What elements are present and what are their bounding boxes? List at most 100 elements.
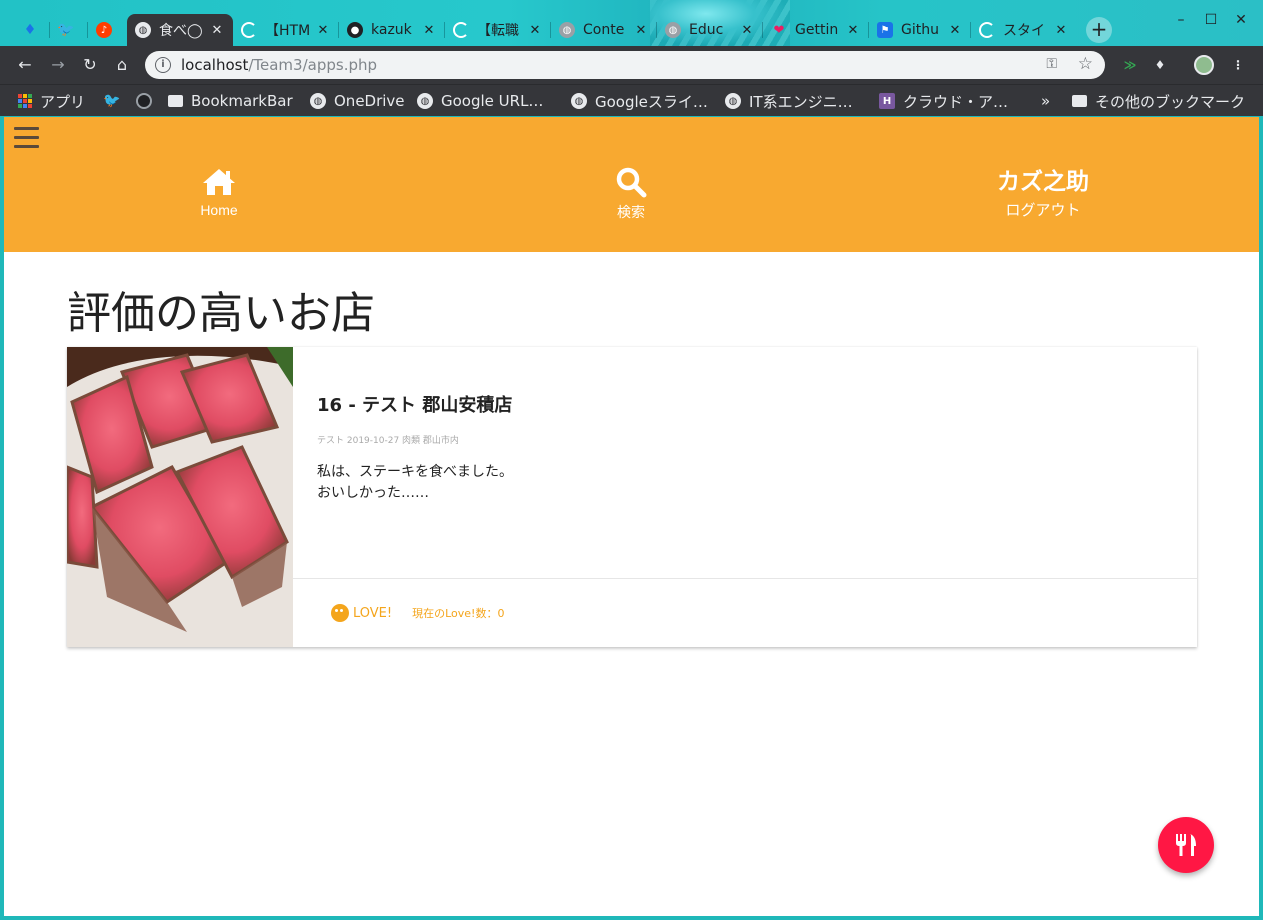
card-title[interactable]: 16 - テスト 郡山安積店 [317, 391, 1173, 417]
tab-title: Gettin [795, 22, 839, 38]
star-icon[interactable]: ☆ [1078, 54, 1093, 74]
nav-search-label: 検索 [617, 204, 645, 220]
tab-close-icon[interactable]: ✕ [421, 23, 437, 38]
tab-pinned-1[interactable]: ♦ [14, 14, 50, 46]
tab-title: 【HTM [265, 23, 311, 39]
folder-icon [1072, 95, 1087, 107]
tab-7[interactable]: ◍ Conte ✕ [551, 14, 657, 46]
bookmarks-bar: アプリ 🐦 BookmarkBar ◍ OneDrive ◍ Google UR… [0, 84, 1263, 116]
nav-home[interactable]: Home [149, 165, 289, 218]
tab-close-icon[interactable]: ✕ [633, 23, 649, 38]
bookmarks-overflow-button[interactable]: » [1041, 90, 1050, 112]
nav-user[interactable]: カズ之助 ログアウト [973, 165, 1113, 220]
tab-pinned-2[interactable]: 🐦 [50, 14, 88, 46]
music-note-icon: ♪ [96, 22, 112, 38]
tab-title: kazuk [371, 22, 412, 38]
reload-icon[interactable]: ↻ [79, 54, 101, 76]
diamond-extension-icon[interactable]: ♦ [1150, 55, 1170, 75]
loading-spinner-icon [241, 22, 257, 38]
store-card: 16 - テスト 郡山安積店 テスト 2019-10-27 肉類 郡山市内 私は… [67, 347, 1197, 647]
close-window-button[interactable]: ✕ [1226, 12, 1256, 28]
back-arrow-icon[interactable]: ← [14, 54, 36, 76]
extension-arrow-icon[interactable]: ≫ [1120, 55, 1140, 75]
heroku-icon: H [879, 93, 895, 109]
address-bar[interactable]: i localhost/Team3/apps.php ⚿ ☆ [145, 51, 1105, 79]
globe-icon: ◍ [725, 93, 741, 109]
card-text-line: おいしかった…… [317, 485, 429, 501]
tab-close-icon[interactable]: ✕ [209, 23, 225, 38]
diamond-icon: ♦ [23, 22, 37, 38]
flag-icon: ⚑ [877, 22, 893, 38]
tab-5[interactable]: ● kazuk ✕ [339, 14, 445, 46]
app-navbar: Home 検索 カズ之助 ログアウト [4, 117, 1259, 252]
card-text: 私は、ステーキを食べました。 おいしかった…… [317, 462, 1173, 504]
tab-close-icon[interactable]: ✕ [315, 23, 331, 38]
forward-arrow-icon[interactable]: → [47, 54, 69, 76]
tab-6[interactable]: 【転職 ✕ [445, 14, 551, 46]
tab-10[interactable]: ⚑ Githu ✕ [869, 14, 971, 46]
tab-title: 【転職 [477, 23, 519, 39]
tab-close-icon[interactable]: ✕ [527, 23, 543, 38]
browser-tab-strip: ♦ 🐦 ♪ ◍ 食べ◯ ✕ 【HTM ✕ ● kazuk ✕ 【転職 ✕ ◍ C… [0, 0, 1263, 46]
nav-home-label: Home [200, 202, 238, 218]
tab-pinned-3[interactable]: ♪ [88, 14, 126, 46]
minimize-button[interactable]: – [1166, 12, 1196, 28]
hamburger-menu-icon[interactable] [14, 127, 40, 149]
bookmark-google-slides[interactable]: ◍ Googleスライ… [571, 90, 708, 112]
url-path: /Team3/apps.php [248, 56, 378, 74]
bookmark-apps[interactable]: アプリ [18, 90, 85, 112]
twitter-bird-icon: 🐦 [103, 93, 121, 109]
search-icon [561, 165, 701, 199]
bookmark-google-url[interactable]: ◍ Google URL… [417, 90, 543, 112]
love-label: LOVE! [353, 605, 393, 621]
fab-add-button[interactable] [1158, 817, 1214, 873]
menu-dots-icon[interactable]: ⋮ [1228, 55, 1248, 75]
globe-icon: ◍ [417, 93, 433, 109]
url-host: localhost [181, 56, 249, 74]
github-icon: ● [347, 22, 363, 38]
home-icon[interactable]: ⌂ [111, 54, 133, 76]
bookmark-github[interactable] [136, 90, 160, 112]
tab-9[interactable]: ❤ Gettin ✕ [763, 14, 869, 46]
nav-search[interactable]: 検索 [561, 165, 701, 222]
tab-close-icon[interactable]: ✕ [947, 23, 963, 38]
fork-knife-icon [1176, 834, 1196, 856]
globe-icon: ◍ [571, 93, 587, 109]
user-name: カズ之助 [997, 169, 1089, 195]
browser-toolbar: ← → ↻ ⌂ i localhost/Team3/apps.php ⚿ ☆ ≫… [0, 46, 1263, 84]
globe-icon: ◍ [665, 22, 681, 38]
logout-link[interactable]: ログアウト [973, 199, 1113, 220]
tab-4[interactable]: 【HTM ✕ [233, 14, 339, 46]
bookmark-twitter[interactable]: 🐦 [103, 90, 128, 112]
bookmark-folder-bookmarkbar[interactable]: BookmarkBar [168, 90, 293, 112]
globe-icon: ◍ [559, 22, 575, 38]
bookmark-onedrive[interactable]: ◍ OneDrive [310, 90, 405, 112]
home-icon [149, 165, 289, 199]
card-meta: テスト 2019-10-27 肉類 郡山市内 [317, 436, 459, 446]
card-text-line: 私は、ステーキを食べました。 [317, 464, 513, 480]
love-button[interactable]: LOVE! [331, 604, 392, 622]
globe-icon: ◍ [310, 93, 326, 109]
love-face-icon [331, 604, 349, 622]
tab-title: 食べ◯ [159, 23, 203, 39]
profile-avatar-icon[interactable] [1194, 55, 1214, 75]
twitter-bird-icon: 🐦 [57, 22, 75, 38]
tab-11[interactable]: スタイ ✕ [971, 14, 1077, 46]
love-count: 現在のLove!数：0 [412, 607, 505, 620]
key-icon[interactable]: ⚿ [1046, 56, 1057, 72]
page-title: 評価の高いお店 [67, 288, 375, 339]
new-tab-button[interactable]: + [1086, 17, 1112, 43]
site-info-icon[interactable]: i [155, 57, 171, 73]
tab-8[interactable]: ◍ Educ ✕ [657, 14, 763, 46]
card-actions: LOVE! 現在のLove!数：0 [293, 578, 1197, 647]
tab-close-icon[interactable]: ✕ [1053, 23, 1069, 38]
heart-icon: ❤ [773, 22, 785, 38]
tab-active[interactable]: ◍ 食べ◯ ✕ [127, 14, 233, 46]
tab-title: スタイ [1003, 23, 1045, 39]
bookmark-cloud[interactable]: H クラウド・ア… [879, 90, 1008, 112]
tab-close-icon[interactable]: ✕ [845, 23, 861, 38]
maximize-button[interactable]: ☐ [1196, 12, 1226, 28]
tab-close-icon[interactable]: ✕ [739, 23, 755, 38]
bookmark-it-engineer[interactable]: ◍ IT系エンジニ… [725, 90, 853, 112]
bookmark-other[interactable]: その他のブックマーク [1072, 90, 1245, 112]
